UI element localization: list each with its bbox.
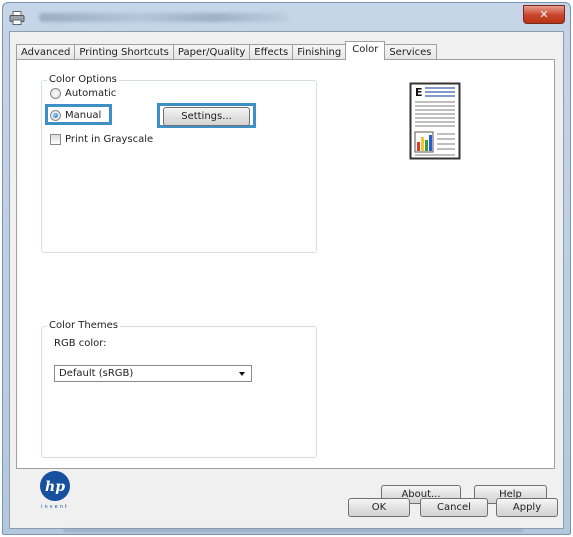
svg-text:hp: hp xyxy=(45,479,65,495)
cancel-button[interactable]: Cancel xyxy=(420,498,488,517)
automatic-radio[interactable] xyxy=(50,88,61,99)
rgb-color-select[interactable]: Default (sRGB) xyxy=(54,365,252,382)
tab-finishing[interactable]: Finishing xyxy=(292,44,347,60)
document-preview-icon: E xyxy=(409,82,461,160)
color-themes-legend: Color Themes xyxy=(47,320,120,332)
color-tab-panel: Color Options Automatic Manual Print in … xyxy=(16,59,555,510)
manual-highlight xyxy=(45,104,112,125)
grayscale-label: Print in Grayscale xyxy=(65,134,154,145)
rgb-color-value: Default (sRGB) xyxy=(59,368,134,379)
tab-advanced[interactable]: Advanced xyxy=(16,44,76,60)
hp-logo-icon: hp xyxy=(40,471,70,501)
title-bar[interactable]: ✕ xyxy=(3,3,570,33)
color-themes-group: Color Themes RGB color: Default (sRGB) xyxy=(41,320,317,458)
settings-button[interactable]: Settings... xyxy=(163,107,250,126)
grayscale-checkbox-row[interactable]: Print in Grayscale xyxy=(50,134,153,145)
tab-paper-quality[interactable]: Paper/Quality xyxy=(172,44,251,60)
ok-button[interactable]: OK xyxy=(348,498,410,517)
apply-button[interactable]: Apply xyxy=(496,498,558,517)
svg-text:E: E xyxy=(415,86,423,99)
close-icon: ✕ xyxy=(539,8,549,21)
hp-logo-tagline: invent xyxy=(41,504,69,510)
automatic-radio-row[interactable]: Automatic xyxy=(50,88,116,99)
tab-effects[interactable]: Effects xyxy=(249,44,294,60)
dialog-client-area: Advanced Printing Shortcuts Paper/Qualit… xyxy=(9,31,564,529)
color-options-legend: Color Options xyxy=(47,74,119,86)
printer-icon xyxy=(9,11,25,25)
tab-strip: Advanced Printing Shortcuts Paper/Qualit… xyxy=(16,41,437,60)
window-bottom-strip xyxy=(3,526,570,534)
bottom-strip-obscured xyxy=(63,529,523,532)
close-button[interactable]: ✕ xyxy=(523,5,565,24)
window-title-obscured xyxy=(39,13,289,22)
rgb-color-label: RGB color: xyxy=(54,338,107,349)
tab-services[interactable]: Services xyxy=(384,44,437,60)
tab-printing-shortcuts[interactable]: Printing Shortcuts xyxy=(74,44,174,60)
printer-properties-window: ✕ Advanced Printing Shortcuts Paper/Qual… xyxy=(2,2,571,535)
tab-color[interactable]: Color xyxy=(345,41,386,60)
automatic-label: Automatic xyxy=(65,88,117,99)
chevron-down-icon[interactable] xyxy=(239,372,245,376)
grayscale-checkbox[interactable] xyxy=(50,134,61,145)
